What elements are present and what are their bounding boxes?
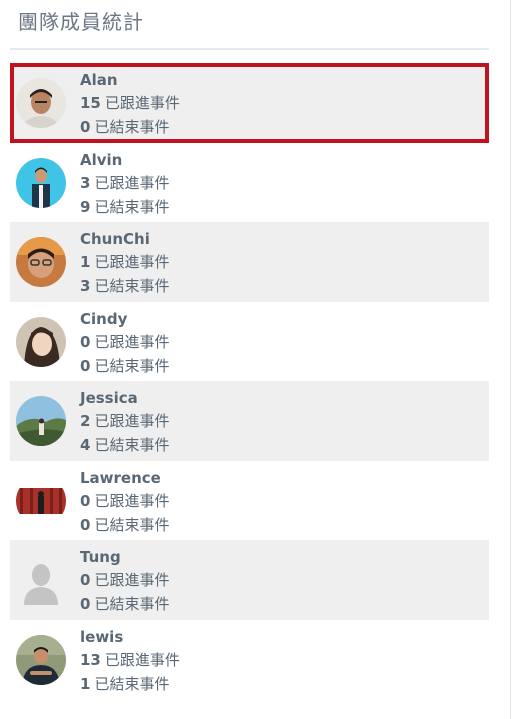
following-label: 已跟進事件 (94, 491, 170, 510)
closed-events-stat: 1 已結束事件 (80, 672, 180, 696)
closed-label: 已結束事件 (94, 515, 170, 534)
member-info: lewis 13 已跟進事件 1 已結束事件 (80, 626, 180, 696)
closed-count: 3 (80, 277, 91, 295)
closed-events-stat: 4 已結束事件 (80, 433, 169, 457)
avatar (16, 237, 66, 287)
member-row-chunchi[interactable]: ChunChi 1 已跟進事件 3 已結束事件 (10, 222, 489, 302)
closed-count: 4 (80, 436, 91, 454)
title-divider (10, 48, 489, 50)
closed-label: 已結束事件 (94, 674, 170, 693)
following-events-stat: 0 已跟進事件 (80, 568, 169, 592)
following-events-stat: 1 已跟進事件 (80, 250, 169, 274)
member-row-cindy[interactable]: Cindy 0 已跟進事件 0 已結束事件 (10, 301, 489, 381)
following-label: 已跟進事件 (94, 412, 170, 430)
closed-count: 0 (80, 595, 91, 613)
following-count: 15 (80, 94, 101, 112)
team-member-stats-panel: 團隊成員統計 Alan 15 已跟進事件 0 已結束事件 Alvin 3 已跟進… (0, 0, 510, 719)
following-count: 2 (80, 412, 91, 430)
following-events-stat: 15 已跟進事件 (80, 91, 180, 115)
following-count: 0 (80, 491, 91, 510)
member-info: Lawrence 0 已跟進事件 0 已結束事件 (80, 467, 169, 537)
member-row-tung[interactable]: Tung 0 已跟進事件 0 已結束事件 (10, 540, 489, 620)
avatar (16, 475, 66, 526)
following-events-stat: 2 已跟進事件 (80, 409, 169, 433)
following-label: 已跟進事件 (94, 332, 170, 351)
following-label: 已跟進事件 (94, 173, 170, 192)
member-name: Alvin (80, 150, 123, 169)
member-name: Tung (80, 548, 121, 566)
panel-right-border (510, 0, 511, 719)
following-label: 已跟進事件 (104, 94, 180, 112)
closed-count: 0 (80, 515, 91, 534)
closed-label: 已結束事件 (94, 277, 170, 295)
member-row-jessica[interactable]: Jessica 2 已跟進事件 4 已結束事件 (10, 381, 489, 461)
closed-label: 已結束事件 (94, 197, 170, 216)
member-name: ChunChi (80, 230, 150, 248)
closed-count: 0 (80, 118, 91, 136)
avatar (16, 157, 66, 208)
following-events-stat: 0 已跟進事件 (80, 489, 169, 513)
member-info: Tung 0 已跟進事件 0 已結束事件 (80, 546, 169, 616)
member-name: lewis (80, 627, 124, 646)
member-name: Alan (80, 71, 118, 89)
closed-events-stat: 0 已結束事件 (80, 354, 169, 378)
panel-title: 團隊成員統計 (18, 10, 144, 34)
member-info: Cindy 0 已跟進事件 0 已結束事件 (80, 308, 169, 378)
member-row-alvin[interactable]: Alvin 3 已跟進事件 9 已結束事件 (10, 142, 489, 222)
closed-label: 已結束事件 (94, 436, 170, 454)
member-name: Cindy (80, 309, 128, 328)
avatar (16, 316, 66, 367)
closed-events-stat: 0 已結束事件 (80, 592, 169, 616)
following-events-stat: 0 已跟進事件 (80, 330, 169, 354)
member-name: Jessica (80, 389, 138, 407)
avatar (16, 396, 66, 446)
closed-events-stat: 9 已結束事件 (80, 195, 169, 219)
closed-count: 0 (80, 356, 91, 375)
member-row-alan[interactable]: Alan 15 已跟進事件 0 已結束事件 (10, 63, 489, 143)
closed-events-stat: 0 已結束事件 (80, 115, 180, 139)
closed-label: 已結束事件 (94, 595, 170, 613)
following-events-stat: 3 已跟進事件 (80, 171, 169, 195)
member-name: Lawrence (80, 468, 161, 487)
closed-label: 已結束事件 (94, 118, 170, 136)
closed-events-stat: 0 已結束事件 (80, 513, 169, 537)
following-count: 0 (80, 571, 91, 589)
following-label: 已跟進事件 (94, 571, 170, 589)
closed-events-stat: 3 已結束事件 (80, 274, 169, 298)
member-info: ChunChi 1 已跟進事件 3 已結束事件 (80, 228, 169, 298)
default-person-icon (16, 555, 66, 605)
member-info: Alan 15 已跟進事件 0 已結束事件 (80, 69, 180, 139)
following-count: 3 (80, 173, 91, 192)
following-events-stat: 13 已跟進事件 (80, 648, 180, 672)
closed-count: 1 (80, 674, 91, 693)
following-label: 已跟進事件 (104, 650, 180, 669)
member-list: Alan 15 已跟進事件 0 已結束事件 Alvin 3 已跟進事件 9 已結束事件 (10, 63, 489, 699)
member-info: Alvin 3 已跟進事件 9 已結束事件 (80, 149, 169, 219)
closed-count: 9 (80, 197, 91, 216)
avatar (16, 634, 66, 685)
following-count: 13 (80, 650, 101, 669)
member-row-lewis[interactable]: lewis 13 已跟進事件 1 已結束事件 (10, 619, 489, 699)
avatar (16, 78, 66, 128)
following-count: 0 (80, 332, 91, 351)
following-count: 1 (80, 253, 91, 271)
member-row-lawrence[interactable]: Lawrence 0 已跟進事件 0 已結束事件 (10, 460, 489, 540)
closed-label: 已結束事件 (94, 356, 170, 375)
member-info: Jessica 2 已跟進事件 4 已結束事件 (80, 387, 169, 457)
following-label: 已跟進事件 (94, 253, 170, 271)
